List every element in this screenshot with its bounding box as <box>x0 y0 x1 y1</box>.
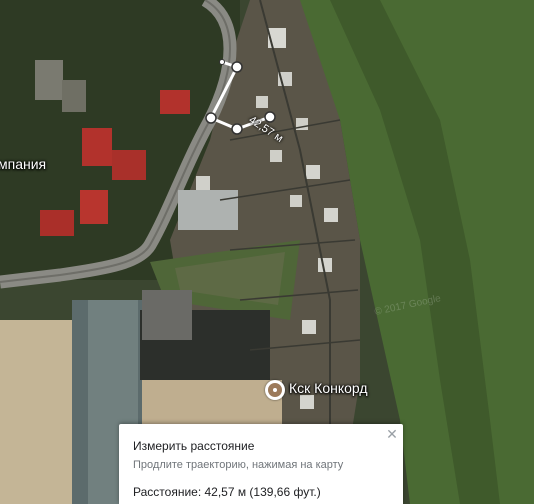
house-roof <box>35 60 63 100</box>
plot-house <box>290 195 302 207</box>
measure-point[interactable] <box>231 61 243 73</box>
place-label-ksk-konkord[interactable]: Кск Конкорд <box>289 380 368 396</box>
house-roof <box>112 150 146 180</box>
house-roof <box>178 190 238 230</box>
house-roof <box>80 190 108 224</box>
house-roof <box>62 80 86 112</box>
plot-house <box>300 395 314 409</box>
plot-house <box>270 150 282 162</box>
plot-house <box>302 320 316 334</box>
plot-house <box>256 96 268 108</box>
plot-house <box>324 208 338 222</box>
plot-house <box>318 258 332 272</box>
measure-point[interactable] <box>264 111 276 123</box>
house-roof <box>82 128 112 166</box>
plot-house <box>196 176 210 190</box>
panel-hint: Продлите траекторию, нажимая на карту <box>133 459 344 471</box>
building-block <box>142 290 192 340</box>
place-pin-icon[interactable] <box>265 380 285 400</box>
close-icon[interactable]: ✕ <box>385 427 399 441</box>
house-roof <box>160 90 190 114</box>
measure-point[interactable] <box>205 112 217 124</box>
pin-dot <box>273 388 277 392</box>
panel-distance: Расстояние: 42,57 м (139,66 фут.) <box>133 485 321 499</box>
house-roof <box>40 210 74 236</box>
measure-point[interactable] <box>231 123 243 135</box>
panel-title: Измерить расстояние <box>133 439 255 453</box>
arena-left <box>0 320 82 504</box>
place-label-company[interactable]: мпания <box>0 156 46 172</box>
plot-house <box>306 165 320 179</box>
measure-distance-panel: Измерить расстояние Продлите траекторию,… <box>119 424 403 504</box>
measure-point-small[interactable] <box>219 59 225 65</box>
